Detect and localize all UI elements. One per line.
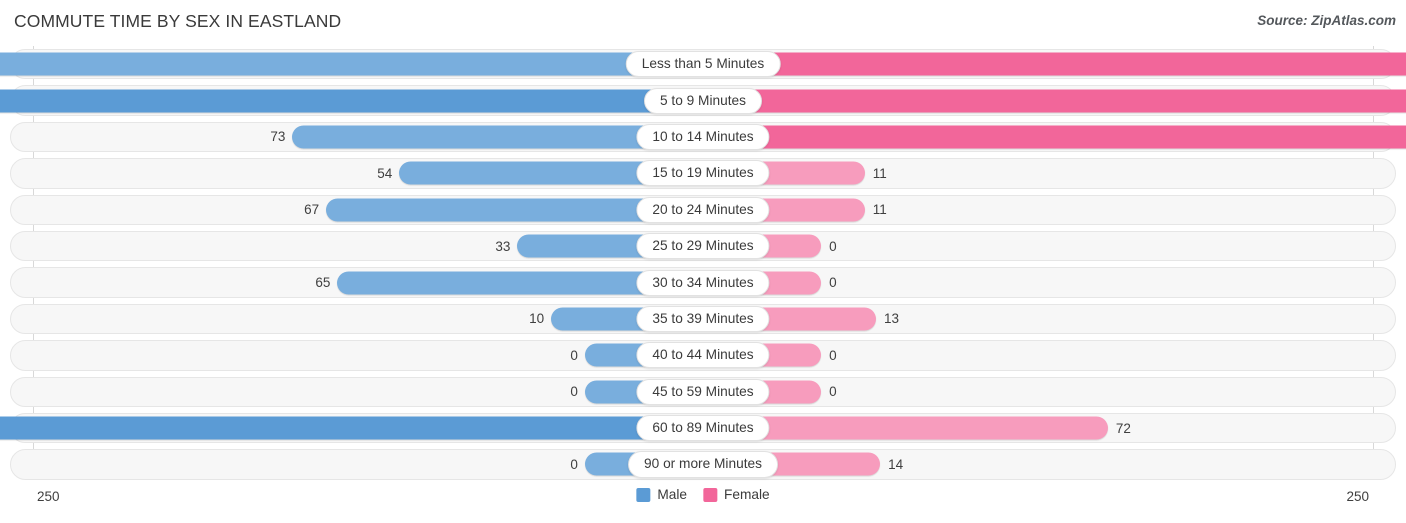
bar-value-male: 0 xyxy=(570,456,578,472)
legend-label-male: Male xyxy=(657,487,688,503)
category-label: Less than 5 Minutes xyxy=(625,51,781,78)
category-label: 45 to 59 Minutes xyxy=(636,378,770,405)
bar-female[interactable]: 196 xyxy=(703,89,1406,113)
category-label: 20 to 24 Minutes xyxy=(636,196,770,223)
bar-row: 33 0 25 to 29 Minutes xyxy=(0,228,1406,264)
bar-row: 0 0 40 to 44 Minutes xyxy=(0,337,1406,373)
category-label: 5 to 9 Minutes xyxy=(644,87,762,114)
bar-value-male: 0 xyxy=(570,383,578,399)
legend-item-male[interactable]: Male xyxy=(636,488,687,502)
axis-max-right: 250 xyxy=(1346,489,1369,504)
chart-footer: 250 Male Female 250 xyxy=(0,486,1406,523)
bar-row: 2041965 to 9 Minutes xyxy=(0,82,1406,118)
bar-value-female: 72 xyxy=(1115,420,1131,436)
bar-value-male: 0 xyxy=(570,347,578,363)
bar-value-male: 73 xyxy=(270,129,286,145)
page-title: COMMUTE TIME BY SEX IN EASTLAND xyxy=(14,11,342,31)
bar-rows: 148214Less than 5 Minutes2041965 to 9 Mi… xyxy=(0,46,1406,483)
bar-value-male: 33 xyxy=(495,238,511,254)
category-label: 10 to 14 Minutes xyxy=(636,123,770,150)
chart-header: COMMUTE TIME BY SEX IN EASTLAND Source: … xyxy=(0,0,1406,46)
bar-row: 73 21210 to 14 Minutes xyxy=(0,119,1406,155)
bar-row: 217 72 60 to 89 Minutes xyxy=(0,410,1406,446)
bar-value-female: 11 xyxy=(872,202,887,217)
bar-male[interactable]: 148 xyxy=(0,52,703,76)
category-label: 25 to 29 Minutes xyxy=(636,233,770,260)
bar-value-male: 10 xyxy=(529,311,545,327)
bar-row: 65 0 30 to 34 Minutes xyxy=(0,264,1406,300)
bar-female[interactable]: 212 xyxy=(703,125,1406,149)
category-label: 35 to 39 Minutes xyxy=(636,305,770,332)
legend-swatch-male-icon xyxy=(636,488,651,502)
bar-male[interactable]: 204 xyxy=(0,89,703,113)
bar-value-female: 14 xyxy=(888,456,904,472)
category-label: 30 to 34 Minutes xyxy=(636,269,770,296)
legend-swatch-female-icon xyxy=(703,488,718,502)
bar-row: 10 13 35 to 39 Minutes xyxy=(0,301,1406,337)
bar-value-female: 0 xyxy=(829,238,837,254)
bar-row: 67 11 20 to 24 Minutes xyxy=(0,192,1406,228)
bar-value-male: 65 xyxy=(315,274,331,290)
category-label: 90 or more Minutes xyxy=(628,451,778,478)
bar-row: 0 0 45 to 59 Minutes xyxy=(0,374,1406,410)
bar-value-female: 0 xyxy=(829,274,837,290)
legend-label-female: Female xyxy=(724,487,770,503)
bar-male[interactable]: 217 xyxy=(0,416,703,440)
axis-max-left: 250 xyxy=(37,489,60,504)
bar-female[interactable]: 214 xyxy=(703,52,1406,76)
bar-row: 0 14 90 or more Minutes xyxy=(0,446,1406,482)
bar-row: 148214Less than 5 Minutes xyxy=(0,46,1406,82)
chart-legend: Male Female xyxy=(636,488,770,502)
category-label: 60 to 89 Minutes xyxy=(636,415,770,442)
bar-value-female: 0 xyxy=(829,347,837,363)
source-attribution: Source: ZipAtlas.com xyxy=(1257,13,1396,28)
bar-value-male: 54 xyxy=(377,165,393,181)
bar-row: 54 11 15 to 19 Minutes xyxy=(0,155,1406,191)
bar-value-female: 11 xyxy=(872,165,887,181)
category-label: 15 to 19 Minutes xyxy=(636,160,770,187)
category-label: 40 to 44 Minutes xyxy=(636,342,770,369)
bar-value-male: 67 xyxy=(304,202,320,217)
bar-value-female: 13 xyxy=(883,311,899,327)
chart-plot-area: 148214Less than 5 Minutes2041965 to 9 Mi… xyxy=(0,46,1406,486)
legend-item-female[interactable]: Female xyxy=(703,488,770,502)
bar-value-female: 0 xyxy=(829,383,837,399)
